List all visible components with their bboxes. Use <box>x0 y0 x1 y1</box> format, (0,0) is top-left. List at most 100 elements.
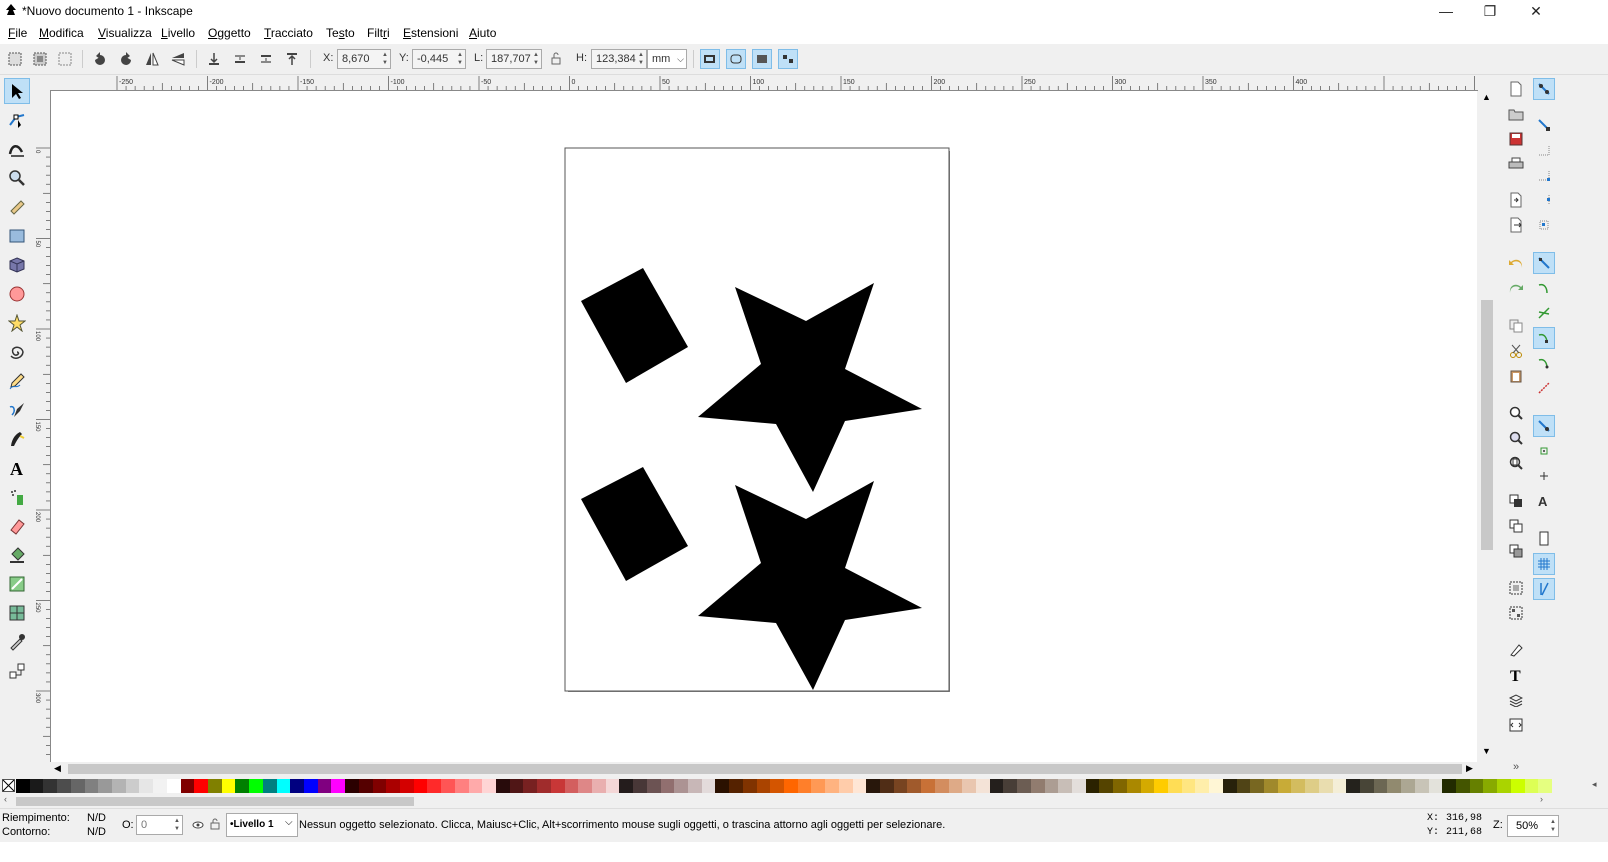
transform-gradients-toggle[interactable] <box>752 49 772 69</box>
snap-paths-toggle[interactable] <box>1533 277 1555 299</box>
color-swatch[interactable] <box>249 779 264 793</box>
color-swatch[interactable] <box>1126 779 1142 793</box>
flip-horizontal-button[interactable] <box>142 49 162 69</box>
color-swatch[interactable] <box>1332 779 1347 793</box>
color-swatch[interactable] <box>441 779 456 793</box>
paste-button[interactable] <box>1505 365 1527 387</box>
color-swatch[interactable] <box>386 779 401 793</box>
color-swatch[interactable] <box>84 779 99 793</box>
horizontal-ruler[interactable]: -250 -200 -150 -100 -50 0 50 100 150 200 250 300 350… <box>50 76 1478 91</box>
color-swatch[interactable] <box>564 779 579 793</box>
opacity-spin-arrows-icon[interactable]: ▲ ▼ <box>174 817 180 833</box>
menu-aiuto[interactable]: Aiuto <box>469 26 496 40</box>
color-swatch[interactable] <box>1510 779 1526 793</box>
horizontal-scrollbar[interactable]: ◀ ▶ <box>50 762 1496 776</box>
color-swatch[interactable] <box>496 779 511 793</box>
color-swatch[interactable] <box>976 779 991 793</box>
color-swatch[interactable] <box>1442 779 1457 793</box>
color-swatch[interactable] <box>1209 779 1224 793</box>
color-swatch[interactable] <box>715 779 730 793</box>
color-swatch[interactable] <box>729 779 744 793</box>
color-swatch[interactable] <box>509 779 524 793</box>
no-paint-swatch[interactable] <box>2 779 15 792</box>
transform-patterns-toggle[interactable] <box>778 49 798 69</box>
snap-line-midpoints-toggle[interactable] <box>1533 377 1555 399</box>
color-swatch[interactable] <box>1414 779 1430 793</box>
group-button[interactable] <box>1505 577 1527 599</box>
color-swatch[interactable] <box>43 779 58 793</box>
color-swatch[interactable] <box>331 779 346 793</box>
palette-scroll-right-icon[interactable]: › <box>1540 794 1543 804</box>
snap-nodes-toggle[interactable] <box>1533 252 1555 274</box>
raise-to-top-button[interactable] <box>282 49 302 69</box>
color-swatch[interactable] <box>57 779 72 793</box>
color-swatch[interactable] <box>1456 779 1471 793</box>
zoom-tool[interactable] <box>4 165 30 191</box>
color-swatch[interactable] <box>674 779 689 793</box>
color-swatch[interactable] <box>578 779 593 793</box>
layers-button[interactable] <box>1505 689 1527 711</box>
menu-livello[interactable]: Livello <box>161 26 195 40</box>
color-swatch[interactable] <box>1222 779 1238 793</box>
color-swatch[interactable] <box>1469 779 1484 793</box>
deselect-button[interactable] <box>55 49 75 69</box>
color-swatch[interactable] <box>1003 779 1018 793</box>
color-swatch[interactable] <box>550 779 566 793</box>
color-swatch[interactable] <box>1140 779 1155 793</box>
flip-vertical-button[interactable] <box>168 49 188 69</box>
rotate-ccw-button[interactable] <box>90 49 110 69</box>
vertical-ruler[interactable]: 0 50 100 150 200 250 300 <box>36 90 51 762</box>
lock-proportions-button[interactable] <box>546 49 566 69</box>
color-swatch[interactable] <box>427 779 442 793</box>
color-swatch[interactable] <box>221 779 236 793</box>
color-swatch[interactable] <box>537 779 552 793</box>
snap-text-baseline-toggle[interactable]: A <box>1533 490 1555 512</box>
pen-tool[interactable] <box>4 397 30 423</box>
color-swatch[interactable] <box>907 779 922 793</box>
layer-select[interactable]: •Livello 1 ⌵ <box>226 813 298 837</box>
color-swatch[interactable] <box>1401 779 1416 793</box>
color-swatch[interactable] <box>770 779 785 793</box>
zoom-input[interactable]: 50% ▲ ▼ <box>1507 815 1559 837</box>
color-swatch[interactable] <box>153 779 168 793</box>
scroll-left-icon[interactable]: ◀ <box>54 763 61 774</box>
color-swatch[interactable] <box>1168 779 1183 793</box>
color-swatch[interactable] <box>1072 779 1087 793</box>
menu-modifica[interactable]: Modifica <box>39 26 84 40</box>
color-swatch[interactable] <box>1181 779 1196 793</box>
stroke-indicator[interactable]: N/D <box>87 826 106 838</box>
select-all-layers-button[interactable] <box>30 49 50 69</box>
color-swatch[interactable] <box>825 779 840 793</box>
color-swatch[interactable] <box>660 779 675 793</box>
color-swatch[interactable] <box>125 779 140 793</box>
snap-bbox-center-toggle[interactable] <box>1533 214 1555 236</box>
color-swatch[interactable] <box>1524 779 1539 793</box>
open-button[interactable] <box>1505 103 1527 125</box>
menu-testo[interactable]: Testo <box>326 26 355 40</box>
new-document-button[interactable] <box>1505 78 1527 100</box>
color-swatch[interactable] <box>1387 779 1402 793</box>
color-swatch[interactable] <box>98 779 113 793</box>
rotate-cw-button[interactable] <box>116 49 136 69</box>
color-swatch[interactable] <box>962 779 977 793</box>
color-swatch[interactable] <box>1085 779 1100 793</box>
export-button[interactable] <box>1505 214 1527 236</box>
text-tool[interactable]: A <box>4 455 30 481</box>
unit-select[interactable]: mm ⌵ <box>647 49 687 69</box>
color-swatch[interactable] <box>29 779 44 793</box>
drawing-area[interactable] <box>51 91 1477 762</box>
color-swatch[interactable] <box>413 779 428 793</box>
horizontal-scroll-thumb[interactable] <box>68 764 1462 774</box>
snap-rotation-centers-toggle[interactable] <box>1533 465 1555 487</box>
scale-stroke-toggle[interactable] <box>700 49 720 69</box>
color-swatch[interactable] <box>633 779 648 793</box>
redo-button[interactable] <box>1505 277 1527 299</box>
menu-estensioni[interactable]: Estensioni <box>403 26 458 40</box>
color-swatch[interactable] <box>619 779 634 793</box>
snap-intersections-toggle[interactable] <box>1533 302 1555 324</box>
zoom-spin-arrows-icon[interactable]: ▲ ▼ <box>1550 818 1556 834</box>
color-swatch[interactable] <box>523 779 538 793</box>
snap-cusp-nodes-toggle[interactable] <box>1533 327 1555 349</box>
menu-file[interactable]: File <box>8 26 27 40</box>
fill-indicator[interactable]: N/D <box>87 812 106 824</box>
